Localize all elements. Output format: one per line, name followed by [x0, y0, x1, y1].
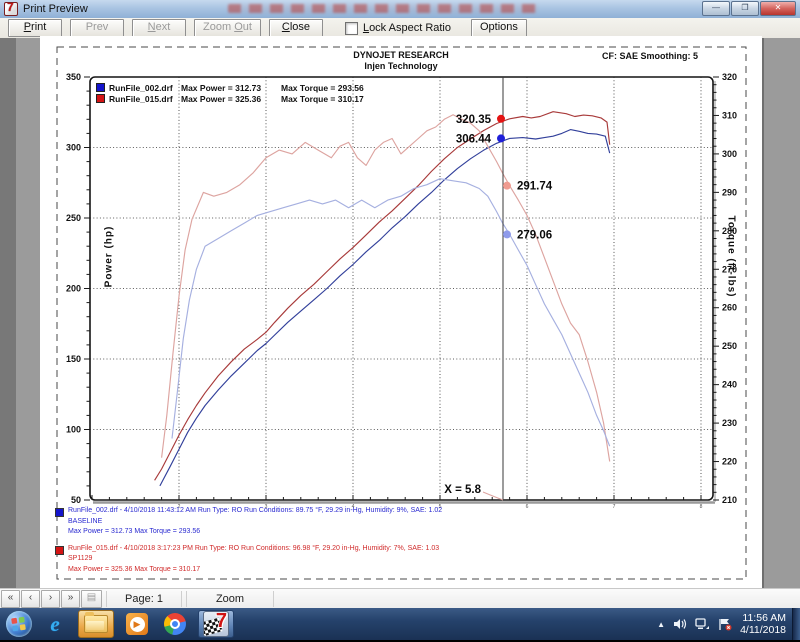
- hidden-icons-button[interactable]: ▲: [657, 620, 665, 629]
- taskbar-item-chrome[interactable]: [160, 611, 190, 637]
- chart-legend: RunFile_002.drf Max Power = 312.73 Max T…: [96, 82, 364, 104]
- restore-button[interactable]: ❐: [731, 1, 759, 16]
- window-controls: — ❐ ✕: [701, 1, 796, 16]
- svg-text:291.74: 291.74: [517, 181, 553, 193]
- svg-text:210: 210: [722, 495, 737, 505]
- lock-aspect-ratio-label: Lock Aspect Ratio: [363, 22, 451, 34]
- close-window-button[interactable]: ✕: [760, 1, 796, 16]
- svg-text:150: 150: [66, 354, 81, 364]
- prev-button[interactable]: Prev: [70, 19, 124, 37]
- plot-frame: [90, 77, 713, 500]
- svg-text:279.06: 279.06: [517, 229, 552, 241]
- first-page-button[interactable]: «: [1, 590, 20, 608]
- print-page: DYNOJET RESEARCH Injen Technology CF: SA…: [40, 36, 762, 588]
- torque-axis-title: Torque (ft-lbs): [726, 202, 737, 312]
- internet-explorer-icon: e: [50, 612, 59, 637]
- clock-time: 11:56 AM: [740, 612, 786, 624]
- footnote-swatch-blue: [55, 508, 64, 517]
- legend-row: RunFile_015.drf Max Power = 325.36 Max T…: [96, 93, 364, 104]
- cursor-value-markers: X = 5.8 320.35 306.44 291.74 279.06: [444, 114, 553, 500]
- svg-text:100: 100: [66, 425, 81, 435]
- svg-text:230: 230: [722, 418, 737, 428]
- lock-aspect-ratio-control: Lock Aspect Ratio: [345, 22, 451, 35]
- power-axis-title: Power (hp): [104, 202, 115, 312]
- start-button[interactable]: [6, 611, 32, 637]
- folder-icon: [84, 615, 108, 633]
- taskbar-item-media-player[interactable]: ▶: [122, 611, 152, 637]
- taskbar-clock[interactable]: 11:56 AM 4/11/2018: [740, 612, 786, 636]
- network-icon[interactable]: [695, 618, 710, 630]
- svg-text:300: 300: [66, 143, 81, 153]
- svg-text:X = 5.8: X = 5.8: [444, 484, 481, 496]
- windows-flag-icon: [6, 611, 32, 637]
- zoom-indicator: Zoom: [186, 591, 274, 607]
- chrome-icon: [164, 613, 186, 635]
- svg-text:300: 300: [722, 149, 737, 159]
- dynojet-icon: 7: [203, 611, 229, 637]
- taskbar-item-internet-explorer[interactable]: e: [40, 611, 70, 637]
- action-center-flag-icon[interactable]: [718, 618, 732, 631]
- legend-swatch-blue: [96, 83, 105, 92]
- window-title: Print Preview: [23, 3, 88, 15]
- run-footnotes: RunFile_002.drf - 4/10/2018 11:43:12 AM …: [55, 506, 442, 581]
- close-button[interactable]: Close: [269, 19, 323, 37]
- taskbar-item-dynojet[interactable]: 7: [198, 610, 234, 638]
- page-indicator: Page: 1: [106, 591, 182, 607]
- minimize-button[interactable]: —: [702, 1, 730, 16]
- last-page-button[interactable]: »: [61, 590, 80, 608]
- footnote-run002: RunFile_002.drf - 4/10/2018 11:43:12 AM …: [55, 506, 442, 538]
- next-button[interactable]: Next: [132, 19, 186, 37]
- page-layout-button[interactable]: ▤: [81, 590, 102, 608]
- show-desktop-button[interactable]: [792, 608, 800, 640]
- taskbar: e ▶ 7 ▲ 11:56 AM 4/11/2018: [0, 608, 800, 640]
- taskbar-item-explorer[interactable]: [78, 610, 114, 638]
- svg-text:7: 7: [613, 504, 616, 510]
- volume-icon[interactable]: [673, 618, 687, 630]
- svg-text:250: 250: [66, 213, 81, 223]
- preview-left-strip: [0, 38, 16, 588]
- svg-text:200: 200: [66, 284, 81, 294]
- svg-text:350: 350: [66, 72, 81, 82]
- axis-tick-labels: 5010015020025030035021022023024025026027…: [66, 72, 737, 510]
- svg-text:320: 320: [722, 72, 737, 82]
- print-button[interactable]: Print: [8, 19, 62, 37]
- svg-text:290: 290: [722, 187, 737, 197]
- clock-date: 4/11/2018: [740, 624, 786, 636]
- app-icon: 7: [4, 2, 18, 16]
- svg-text:6: 6: [526, 504, 529, 510]
- svg-text:240: 240: [722, 380, 737, 390]
- svg-text:8: 8: [700, 504, 703, 510]
- svg-text:306.44: 306.44: [456, 133, 492, 145]
- options-button[interactable]: Options: [471, 19, 527, 37]
- svg-text:50: 50: [71, 495, 81, 505]
- next-page-button[interactable]: ›: [41, 590, 60, 608]
- system-tray: ▲ 11:56 AM 4/11/2018: [657, 608, 800, 640]
- svg-text:250: 250: [722, 341, 737, 351]
- statusbar: « ‹ › » ▤ Page: 1 Zoom: [0, 588, 800, 609]
- gridlines: [90, 77, 713, 500]
- svg-text:220: 220: [722, 457, 737, 467]
- desktop: 7 Print Preview — ❐ ✕ Print Prev Next Zo…: [0, 0, 800, 640]
- footnote-swatch-red: [55, 546, 64, 555]
- legend-swatch-red: [96, 94, 105, 103]
- prev-page-button[interactable]: ‹: [21, 590, 40, 608]
- window-titlebar: 7 Print Preview — ❐ ✕: [0, 0, 800, 19]
- media-player-icon: ▶: [126, 613, 148, 635]
- lock-aspect-ratio-checkbox[interactable]: [345, 22, 358, 35]
- svg-text:310: 310: [722, 110, 737, 120]
- legend-row: RunFile_002.drf Max Power = 312.73 Max T…: [96, 82, 364, 93]
- svg-text:320.35: 320.35: [456, 114, 492, 126]
- titlebar-filepath-smudge: [228, 4, 538, 13]
- footnote-run015: RunFile_015.drf - 4/10/2018 3:17:23 PM R…: [55, 544, 442, 576]
- zoom-out-button[interactable]: Zoom Out: [194, 19, 261, 37]
